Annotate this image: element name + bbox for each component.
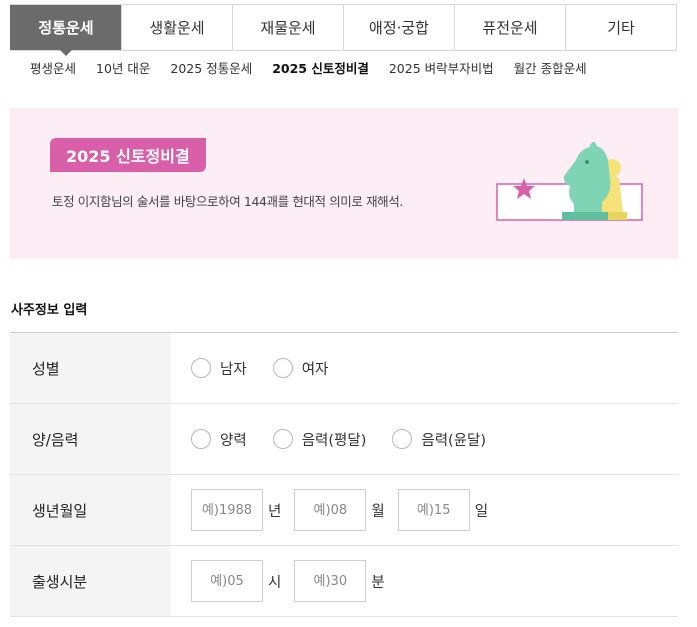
gender-female-radio[interactable]: 여자 [272,358,329,379]
lunar-normal-radio[interactable]: 음력(평달) [272,429,367,450]
hero-banner: 2025 신토정비결 토정 이지함님의 술서를 바탕으로하여 144괘를 현대적… [10,108,678,259]
birth-minute-input[interactable] [294,560,367,602]
calendar-options: 양력 음력(평달) 음력(윤달) [171,404,678,474]
gender-male-label: 남자 [220,361,247,378]
radio-circle[interactable] [392,429,413,449]
saju-input-form: 성별 남자 여자 양/음력 양력 음력(평달) 음력(윤달) 생년월일 예)19… [10,332,678,617]
tab-love-compatibility[interactable]: 애정·궁합 [343,5,454,50]
gender-female-label: 여자 [301,361,329,378]
birth-hour-input[interactable] [191,560,263,602]
birthdate-row: 생년월일 년 월 일 [10,475,678,546]
hour-unit: 시 [268,574,282,591]
subtab-2025-sudden-wealth[interactable]: 2025 벼락부자비법 [389,58,494,77]
minute-unit: 분 [371,574,385,591]
banner-title: 2025 신토정비결 [50,138,206,172]
sub-tab-bar: 평생운세 10년 대운 2025 정통운세 2025 신토정비결 2025 벼락… [30,58,607,77]
gender-row: 성별 남자 여자 [10,333,678,404]
tab-traditional-fortune[interactable]: 정통운세 [10,5,121,56]
birthtime-inputs: 시 분 [171,546,678,616]
day-unit: 일 [474,503,489,520]
gender-options: 남자 여자 [171,333,678,403]
radio-circle[interactable] [191,358,211,378]
solar-radio[interactable]: 양력 [191,429,247,450]
calendar-row: 양/음력 양력 음력(평달) 음력(윤달) [10,404,678,475]
radio-circle[interactable] [272,429,293,449]
birth-day-input[interactable] [397,489,470,531]
tab-wealth-fortune[interactable]: 재물운세 [232,5,343,50]
subtab-2025-new-tojeong[interactable]: 2025 신토정비결 [272,58,369,77]
chess-knight-pawn-icon [496,142,643,221]
tab-etc[interactable]: 기타 [565,5,676,50]
radio-circle[interactable] [191,429,211,449]
subtab-2025-traditional[interactable]: 2025 정통운세 [170,58,252,77]
tab-fusion-fortune[interactable]: 퓨전운세 [454,5,565,50]
birthdate-inputs: 년 월 일 [171,475,678,545]
solar-label: 양력 [220,432,247,449]
top-tab-bar: 정통운세 생활운세 재물운세 애정·궁합 퓨전운세 기타 [10,4,677,56]
birth-year-input[interactable] [191,489,263,531]
gender-male-radio[interactable]: 남자 [191,358,247,379]
birthtime-label: 출생시분 [10,546,171,616]
section-title: 사주정보 입력 [11,303,88,318]
radio-circle[interactable] [272,358,293,378]
year-unit: 년 [268,503,282,520]
birth-month-input[interactable] [294,489,367,531]
subtab-monthly-fortune[interactable]: 월간 종합운세 [514,58,587,77]
lunar-leap-label: 음력(윤달) [421,432,487,449]
subtab-lifetime-fortune[interactable]: 평생운세 [30,58,76,77]
subtab-ten-year-fortune[interactable]: 10년 대운 [96,58,150,77]
banner-description: 토정 이지함님의 술서를 바탕으로하여 144괘를 현대적 의미로 재해석. [52,194,403,209]
birthtime-row: 출생시분 시 분 [10,546,678,617]
tab-life-fortune[interactable]: 생활운세 [121,5,232,50]
month-unit: 월 [371,503,385,520]
calendar-label: 양/음력 [10,404,171,474]
gender-label: 성별 [10,333,171,403]
lunar-normal-label: 음력(평달) [301,432,367,449]
birthdate-label: 생년월일 [10,475,171,545]
lunar-leap-radio[interactable]: 음력(윤달) [392,429,486,450]
